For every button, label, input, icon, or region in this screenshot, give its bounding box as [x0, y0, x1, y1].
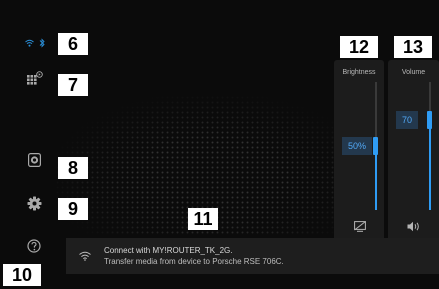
brightness-title: Brightness: [342, 69, 376, 76]
settings-gear-icon[interactable]: [27, 196, 42, 211]
volume-fill: [429, 120, 431, 210]
callout-12: 12: [340, 36, 378, 58]
brightness-value: 50%: [342, 137, 373, 155]
callout-9: 9: [58, 198, 88, 220]
bluetooth-icon: [39, 38, 45, 48]
brightness-fill: [375, 146, 377, 210]
callout-11: 11: [188, 208, 218, 230]
notification-banner[interactable]: Connect with MY!ROUTER_TK_2G. Transfer m…: [66, 238, 439, 274]
notification-message: Transfer media from device to Porsche RS…: [104, 257, 284, 266]
callout-13: 13: [394, 36, 432, 58]
callout-6: 6: [58, 33, 88, 55]
notification-title: Connect with MY!ROUTER_TK_2G.: [104, 246, 233, 255]
wifi-icon: [25, 39, 34, 47]
volume-icon[interactable]: [407, 221, 421, 232]
callout-8: 8: [58, 157, 88, 179]
volume-title: Volume: [401, 69, 426, 76]
callout-10: 10: [3, 264, 41, 286]
brightness-panel: Brightness 50%: [334, 60, 384, 243]
apps-grid-icon[interactable]: [27, 71, 43, 85]
rse-screen: 6 7 8 9 10 11 12 13 Brightness 50% Volum…: [0, 0, 439, 289]
volume-value: 70: [396, 111, 419, 130]
speaker-icon[interactable]: [28, 153, 41, 167]
left-sidebar: [0, 0, 55, 289]
brightness-handle[interactable]: [373, 137, 378, 155]
help-icon[interactable]: [27, 239, 41, 253]
display-off-icon[interactable]: [354, 221, 366, 232]
volume-panel: Volume 70: [388, 60, 439, 243]
callout-7: 7: [58, 74, 88, 96]
wifi-icon: [79, 251, 91, 261]
volume-handle[interactable]: [427, 111, 432, 130]
